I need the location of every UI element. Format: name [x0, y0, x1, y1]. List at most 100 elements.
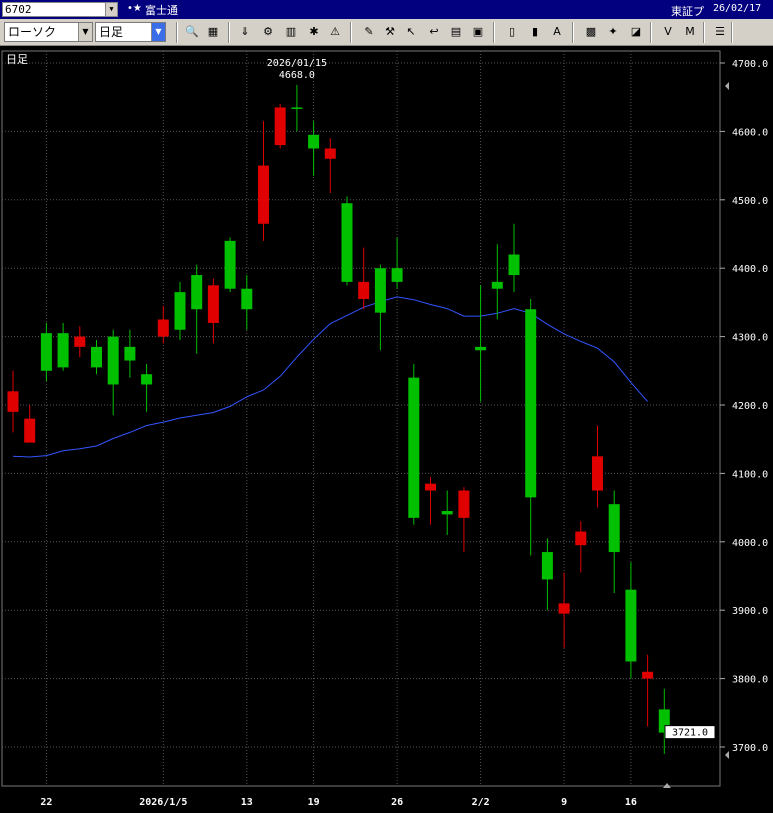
toolbar: ローソク ▼ 日足 ▼ 🔍 ▦ ⇓ ⚙ ▥ ✱ ⚠ ✎ ⚒ ↖ ↩ ▤ ▣ ▯ ▮ A ▩ ✦ ◪ V M ☰	[0, 19, 773, 46]
high-value-label: 4668.0	[279, 70, 315, 81]
candle-down[interactable]	[274, 107, 286, 146]
candle-down[interactable]	[642, 671, 654, 679]
chevron-down-icon[interactable]: ▼	[78, 23, 92, 41]
chart-area[interactable]: 4700.0 4600.0 4500.0 4400.0 4300.0 4200.0 4100…	[0, 46, 773, 810]
candle-down[interactable]	[558, 603, 570, 614]
candle-down[interactable]	[74, 336, 86, 347]
scroll-down-arrow-icon[interactable]	[725, 751, 729, 759]
color-icon[interactable]: ◪	[627, 23, 645, 41]
candle-up[interactable]	[408, 377, 420, 518]
candle-down[interactable]	[324, 148, 336, 159]
x-tick-label: 2/2	[472, 797, 490, 808]
alert-icon[interactable]: ⚠	[326, 23, 344, 41]
candle-up[interactable]	[508, 254, 520, 276]
market-label: 東証プ	[671, 5, 704, 18]
grid-icon[interactable]: ▦	[204, 23, 222, 41]
menu-icon[interactable]: ☰	[711, 23, 729, 41]
zoom-icon[interactable]: 🔍	[183, 23, 201, 41]
favorite-star-icon[interactable]: •★	[127, 3, 142, 14]
settings-icon[interactable]: ⚙	[259, 23, 277, 41]
candle-down[interactable]	[458, 490, 470, 518]
scroll-up-arrow-icon[interactable]	[725, 82, 729, 90]
toolbar-separator	[228, 22, 230, 43]
candle-up[interactable]	[124, 346, 136, 361]
candle-up[interactable]	[541, 552, 553, 580]
all-icon[interactable]: A	[548, 23, 566, 41]
x-tick-label: 13	[241, 797, 253, 808]
candle-up[interactable]	[608, 504, 620, 553]
candle-up[interactable]	[241, 288, 253, 310]
y-tick-label: 4200.0	[732, 401, 768, 412]
candle-down[interactable]	[575, 531, 587, 546]
period-label: 日足	[6, 53, 28, 66]
x-tick-label: 9	[561, 797, 567, 808]
stock-code-text: 6702	[5, 3, 32, 16]
candle-up[interactable]	[57, 333, 69, 368]
candle-up[interactable]	[91, 346, 102, 368]
chart-type-select[interactable]: ローソク ▼	[4, 22, 93, 42]
x-tick-label: 26	[391, 797, 403, 808]
candle-up[interactable]	[141, 374, 153, 385]
candle-down[interactable]	[24, 418, 36, 443]
candle-up[interactable]	[475, 346, 487, 351]
candle-up[interactable]	[107, 336, 119, 385]
trash-icon[interactable]: ▣	[469, 23, 487, 41]
candle-up[interactable]	[341, 203, 353, 282]
candle-up[interactable]	[441, 511, 453, 515]
candlestick-chart[interactable]: 4700.0 4600.0 4500.0 4400.0 4300.0 4200.0 4100…	[0, 46, 773, 810]
toolbar-separator	[703, 22, 705, 43]
chevron-down-icon[interactable]: ▼	[151, 23, 165, 41]
candle-down[interactable]	[207, 285, 219, 323]
pattern-icon[interactable]: ▩	[582, 23, 600, 41]
candle-down[interactable]	[425, 483, 436, 491]
candle-up[interactable]	[308, 134, 320, 149]
buy-sell-icon[interactable]: ✱	[305, 23, 323, 41]
y-tick-label: 4500.0	[732, 196, 768, 207]
toolbar-separator	[650, 22, 652, 43]
toolbar-separator	[493, 22, 495, 43]
chevron-down-icon[interactable]: ▼	[105, 3, 117, 16]
tool-icon[interactable]: ⚒	[381, 23, 399, 41]
toolbar-separator	[176, 22, 178, 43]
y-tick-label: 4300.0	[732, 333, 768, 344]
vwap-icon[interactable]: V	[659, 23, 677, 41]
candle-up[interactable]	[374, 268, 386, 313]
candle-up[interactable]	[391, 268, 403, 282]
y-tick-label: 4000.0	[732, 538, 768, 549]
download-icon[interactable]: ⇓	[236, 23, 254, 41]
pen-icon[interactable]: ✎	[360, 23, 378, 41]
candle-up[interactable]	[291, 107, 303, 109]
x-tick-label: 16	[625, 797, 637, 808]
candle-up[interactable]	[224, 240, 236, 289]
stock-code-input[interactable]: 6702 ▼	[2, 2, 118, 17]
arrow-icon[interactable]: ↩	[425, 23, 443, 41]
plot-frame	[1, 50, 721, 787]
period-select[interactable]: 日足 ▼	[95, 22, 166, 42]
bars-icon[interactable]: ▥	[282, 23, 300, 41]
candle-icon-2[interactable]: ▮	[526, 23, 544, 41]
candle-icon[interactable]: ▯	[503, 23, 521, 41]
candle-down[interactable]	[358, 281, 370, 299]
y-tick-label: 4100.0	[732, 469, 768, 480]
cursor-icon[interactable]: ↖	[402, 23, 420, 41]
date-label: 26/02/17	[713, 3, 762, 14]
candle-up[interactable]	[191, 275, 203, 310]
y-tick-label: 4700.0	[732, 59, 768, 70]
magic-icon[interactable]: ✦	[604, 23, 622, 41]
x-tick-label: 19	[308, 797, 320, 808]
memo-icon[interactable]: ▤	[447, 23, 465, 41]
toolbar-separator	[350, 22, 352, 43]
y-tick-label: 3700.0	[732, 743, 768, 754]
candle-up[interactable]	[491, 281, 503, 289]
candle-up[interactable]	[40, 333, 52, 371]
candle-up[interactable]	[625, 589, 637, 662]
y-tick-label: 3900.0	[732, 606, 768, 617]
candle-down[interactable]	[157, 319, 169, 337]
ma-icon[interactable]: M	[681, 23, 699, 41]
candle-down[interactable]	[258, 165, 269, 224]
candle-down[interactable]	[7, 391, 19, 412]
candle-up[interactable]	[174, 292, 186, 330]
y-tick-label: 4400.0	[732, 264, 768, 275]
candle-down[interactable]	[592, 456, 603, 491]
candle-up[interactable]	[525, 309, 537, 498]
